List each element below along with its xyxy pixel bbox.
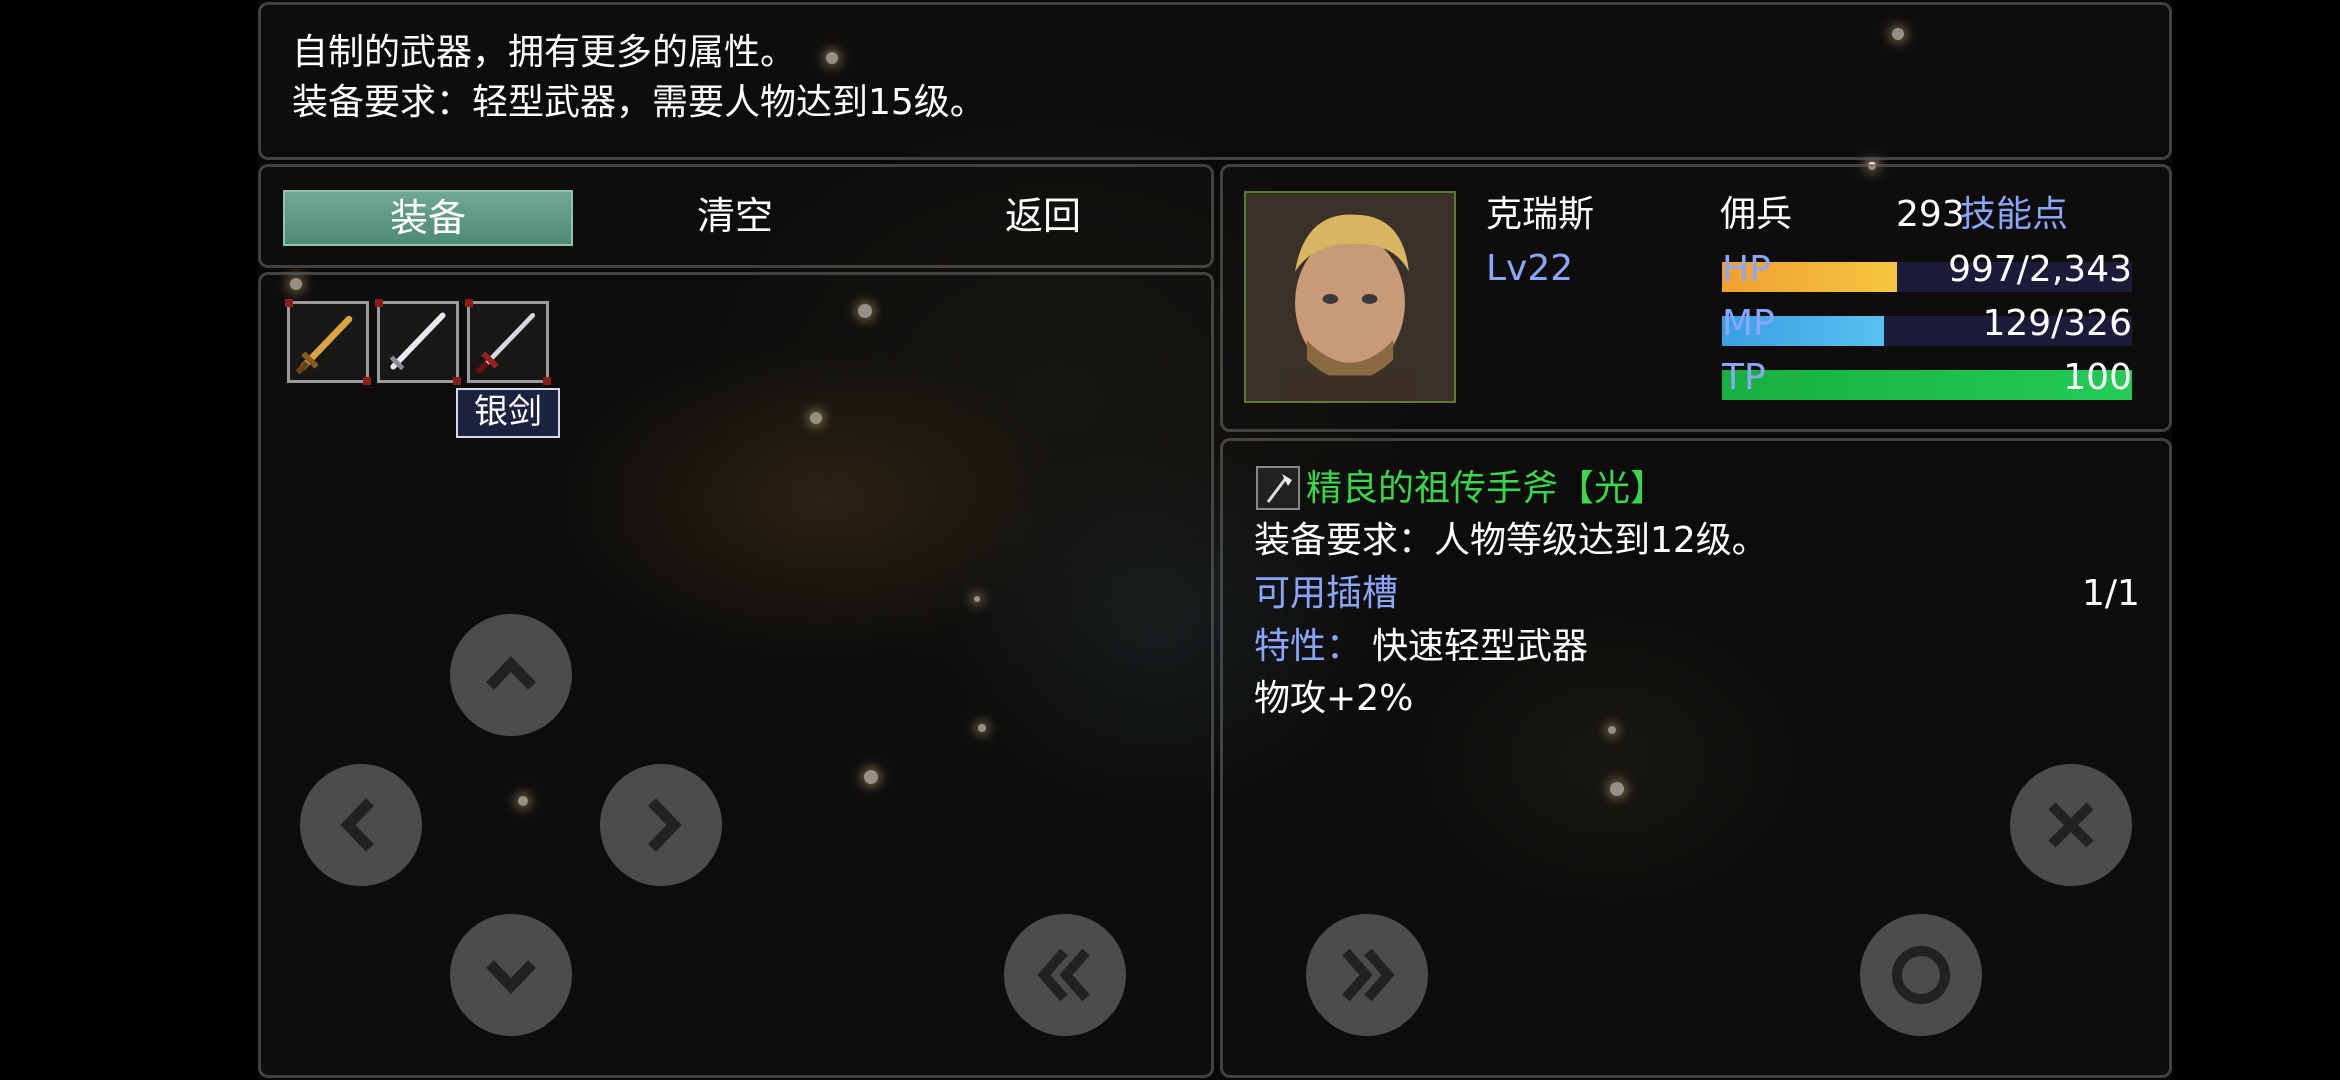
skill-points-value: 293 <box>1896 194 1965 235</box>
axe-icon <box>1256 466 1300 510</box>
item-trait-label: 特性： <box>1254 626 1363 667</box>
double-chevron-left-icon <box>1037 948 1090 1002</box>
item-trait-value: 快速轻型武器 <box>1372 626 1589 667</box>
close-icon <box>2048 802 2094 848</box>
actor-level: Lv22 <box>1486 248 1574 289</box>
item-slot-2[interactable] <box>375 299 461 385</box>
chevron-up-icon <box>486 656 536 690</box>
item-tooltip: 银剑 <box>456 388 560 438</box>
mp-label: MP <box>1722 303 1775 344</box>
item-slots-label: 可用插槽 <box>1254 573 1399 614</box>
item-stat: 物攻+2% <box>1254 678 1414 719</box>
command-back[interactable]: 返回 <box>898 190 1188 242</box>
cancel-button[interactable] <box>2010 764 2132 886</box>
command-equip[interactable]: 装备 <box>283 190 573 246</box>
confirm-button[interactable] <box>1860 914 1982 1036</box>
dpad-down-button[interactable] <box>450 914 572 1036</box>
actor-name: 克瑞斯 <box>1486 194 1595 235</box>
chevron-down-icon <box>486 960 536 994</box>
item-requirement: 装备要求：人物等级达到12级。 <box>1254 520 1768 561</box>
hp-value: 997/2,343 <box>1948 249 2132 290</box>
item-slots-value: 1/1 <box>2082 573 2140 614</box>
dpad-left-button[interactable] <box>300 764 422 886</box>
help-text-line-2: 装备要求：轻型武器，需要人物达到15级。 <box>292 82 986 123</box>
red-hilt-sword-icon <box>475 313 536 375</box>
command-clear[interactable]: 清空 <box>590 190 880 242</box>
actor-class: 佣兵 <box>1720 194 1793 235</box>
chevron-right-icon <box>648 798 682 852</box>
page-prev-button[interactable] <box>1004 914 1126 1036</box>
chevron-left-icon <box>340 798 374 852</box>
mp-value: 129/326 <box>1982 303 2132 344</box>
tp-value: 100 <box>2063 357 2132 398</box>
dpad-up-button[interactable] <box>450 614 572 736</box>
double-chevron-right-icon <box>1342 948 1395 1002</box>
skill-points-label: 技能点 <box>1960 194 2069 235</box>
item-slot-3[interactable] <box>465 299 551 385</box>
actor-portrait <box>1244 191 1456 403</box>
dpad-right-button[interactable] <box>600 764 722 886</box>
circle-icon <box>1892 946 1950 1004</box>
item-name: 精良的祖传手斧【光】 <box>1306 468 1667 509</box>
golden-sword-icon <box>295 315 353 375</box>
tp-label: TP <box>1722 357 1766 398</box>
page-next-button[interactable] <box>1306 914 1428 1036</box>
hp-label: HP <box>1722 249 1771 290</box>
help-text-line-1: 自制的武器，拥有更多的属性。 <box>292 32 797 73</box>
item-slot-1[interactable] <box>285 299 371 385</box>
silver-sword-icon <box>389 312 446 371</box>
